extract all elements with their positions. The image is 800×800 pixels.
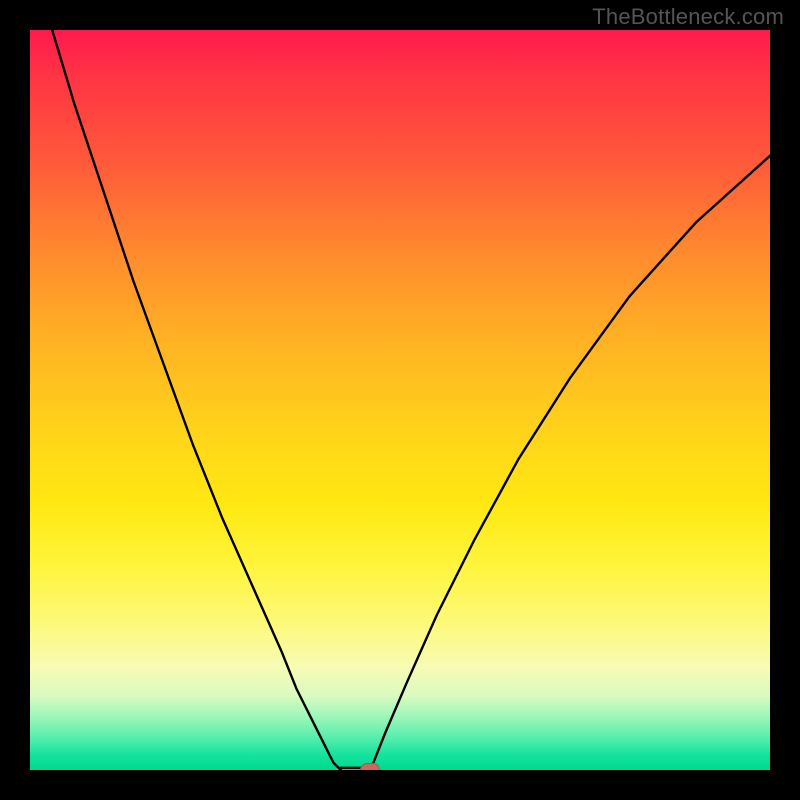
bottleneck-curve — [52, 30, 770, 770]
optimum-marker — [360, 763, 380, 770]
watermark-text: TheBottleneck.com — [592, 4, 784, 30]
chart-frame: TheBottleneck.com — [0, 0, 800, 800]
curve-svg — [30, 30, 770, 770]
plot-area — [30, 30, 770, 770]
